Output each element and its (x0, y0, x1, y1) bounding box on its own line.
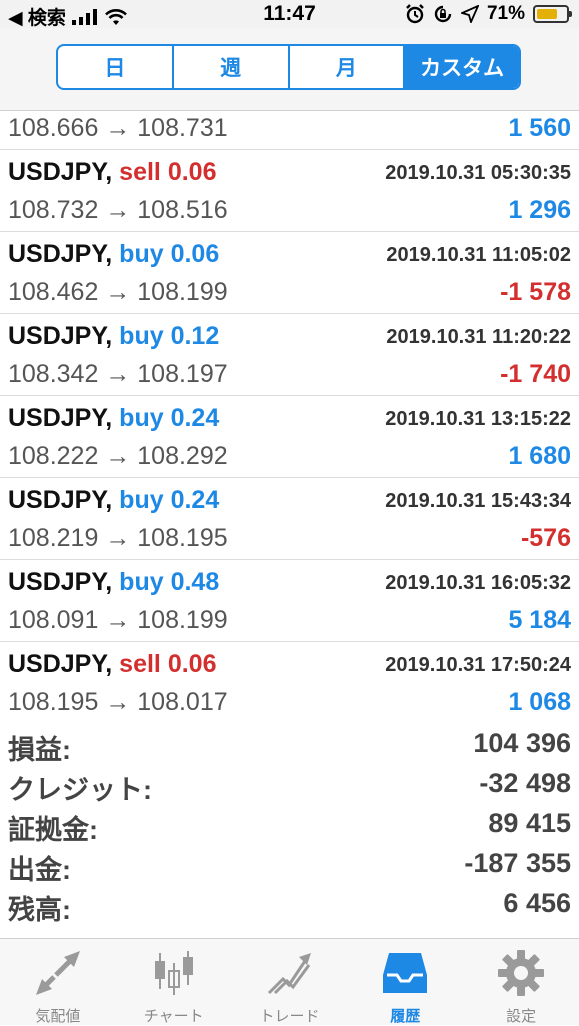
trade-symbol: USDJPY, (8, 650, 113, 678)
tab-chart[interactable]: チャート (116, 939, 232, 1025)
trade-side: buy 0.24 (119, 486, 220, 514)
trade-prices: 108.666 → 108.731 (8, 114, 228, 142)
trade-symbol: USDJPY, (8, 486, 113, 514)
trade-profit: 1 296 (508, 196, 571, 224)
trade-profit: 5 184 (508, 606, 571, 634)
history-inbox-icon (383, 953, 428, 993)
summary-row-credit: クレジット: -32 498 (0, 762, 579, 805)
trade-profit: 1 560 (508, 114, 571, 142)
trade-row[interactable]: USDJPY, sell 0.06 2019.10.31 05:30:35 10… (0, 150, 579, 232)
trade-profit: 1 068 (508, 688, 571, 716)
tab-settings[interactable]: 設定 (463, 939, 579, 1025)
trade-profit: -1 740 (500, 360, 571, 388)
quotes-arrows-icon (35, 951, 80, 995)
summary-value: 104 396 (473, 728, 571, 758)
battery-percent: 71% (486, 3, 525, 24)
trade-row[interactable]: USDJPY, buy 0.06 2019.10.31 11:05:02 108… (0, 232, 579, 314)
period-tab-day[interactable]: 日 (58, 46, 172, 88)
trade-time: 2019.10.31 11:05:02 (386, 244, 571, 266)
trade-time: 2019.10.31 05:30:35 (385, 162, 571, 184)
rotation-lock-icon (434, 5, 452, 23)
summary-value: 6 456 (503, 888, 571, 918)
trade-time: 2019.10.31 11:20:22 (386, 326, 571, 348)
summary-row-withdrawal: 出金: -187 355 (0, 842, 579, 885)
trade-prices: 108.091 → 108.199 (8, 606, 228, 634)
trade-row[interactable]: USDJPY, buy 0.12 2019.10.31 11:20:22 108… (0, 314, 579, 396)
trade-side: buy 0.24 (119, 404, 220, 432)
trade-symbol: USDJPY, (8, 322, 113, 350)
tab-history[interactable]: 履歴 (347, 939, 463, 1025)
trade-symbol: USDJPY, (8, 240, 113, 268)
trade-time: 2019.10.31 13:15:22 (385, 408, 571, 430)
trade-row[interactable]: USDJPY, sell 0.06 2019.10.31 17:50:24 10… (0, 642, 579, 720)
trade-prices: 108.342 → 108.197 (8, 360, 228, 388)
trade-row[interactable]: USDJPY, buy 0.24 2019.10.31 13:15:22 108… (0, 396, 579, 478)
summary-label: 残高: (8, 895, 71, 925)
tab-label: 履歴 (390, 1008, 421, 1025)
period-tab-custom[interactable]: カスタム (403, 46, 519, 88)
trade-side: buy 0.06 (119, 240, 220, 268)
trade-prices: 108.732 → 108.516 (8, 196, 228, 224)
tab-quotes[interactable]: 気配値 (0, 939, 116, 1025)
summary-value: 89 415 (488, 808, 571, 838)
tab-trade[interactable]: トレード (232, 939, 348, 1025)
trade-trend-icon (268, 953, 312, 995)
tab-label: チャート (143, 1008, 204, 1025)
trade-symbol: USDJPY, (8, 568, 113, 596)
summary-row-profit: 損益: 104 396 (0, 722, 579, 765)
battery-fill (537, 9, 557, 19)
trade-profit: 1 680 (508, 442, 571, 470)
bottom-tab-bar: 気配値 チャート トレード 履歴 設定 (0, 938, 579, 1025)
trade-prices: 108.222 → 108.292 (8, 442, 228, 470)
tab-label: 気配値 (35, 1008, 81, 1025)
trade-side: sell 0.06 (119, 650, 217, 678)
candlestick-chart-icon (154, 951, 193, 995)
trade-row[interactable]: USDJPY, buy 0.24 2019.10.31 15:43:34 108… (0, 478, 579, 560)
trade-profit: -576 (520, 524, 571, 552)
trade-symbol: USDJPY, (8, 404, 113, 432)
status-bar: ◀ 検索 11:47 71% (0, 0, 579, 29)
summary-value: -32 498 (479, 768, 571, 798)
period-tab-week[interactable]: 週 (171, 46, 288, 88)
trade-prices: 108.195 → 108.017 (8, 688, 228, 716)
trade-prices: 108.219 → 108.195 (8, 524, 228, 552)
tab-label: 設定 (506, 1008, 537, 1025)
trade-row[interactable]: 108.666 → 108.731 1 560 (0, 110, 579, 150)
trade-time: 2019.10.31 16:05:32 (385, 572, 571, 594)
tab-label: トレード (259, 1008, 320, 1025)
gear-icon (498, 950, 545, 996)
trade-profit: -1 578 (500, 278, 571, 306)
summary-row-balance: 残高: 6 456 (0, 882, 579, 925)
trade-side: sell 0.06 (119, 158, 217, 186)
header: 日 週 月 カスタム (0, 28, 579, 111)
trade-symbol: USDJPY, (8, 158, 113, 186)
summary-value: -187 355 (464, 848, 571, 878)
account-summary: 損益: 104 396 クレジット: -32 498 証拠金: 89 415 出… (0, 722, 579, 925)
location-arrow-icon (460, 5, 479, 23)
trade-time: 2019.10.31 17:50:24 (385, 654, 571, 676)
period-segmented-control: 日 週 月 カスタム (56, 44, 521, 90)
trade-time: 2019.10.31 15:43:34 (385, 490, 571, 512)
battery-icon (533, 5, 572, 23)
trade-prices: 108.462 → 108.199 (8, 278, 228, 306)
summary-row-margin: 証拠金: 89 415 (0, 802, 579, 845)
trade-side: buy 0.48 (119, 568, 220, 596)
trade-history-list[interactable]: 108.666 → 108.731 1 560 USDJPY, sell 0.0… (0, 110, 579, 720)
alarm-clock-icon (406, 4, 424, 24)
period-tab-month[interactable]: 月 (287, 46, 404, 88)
trade-row[interactable]: USDJPY, buy 0.48 2019.10.31 16:05:32 108… (0, 560, 579, 642)
trade-side: buy 0.12 (119, 322, 220, 350)
